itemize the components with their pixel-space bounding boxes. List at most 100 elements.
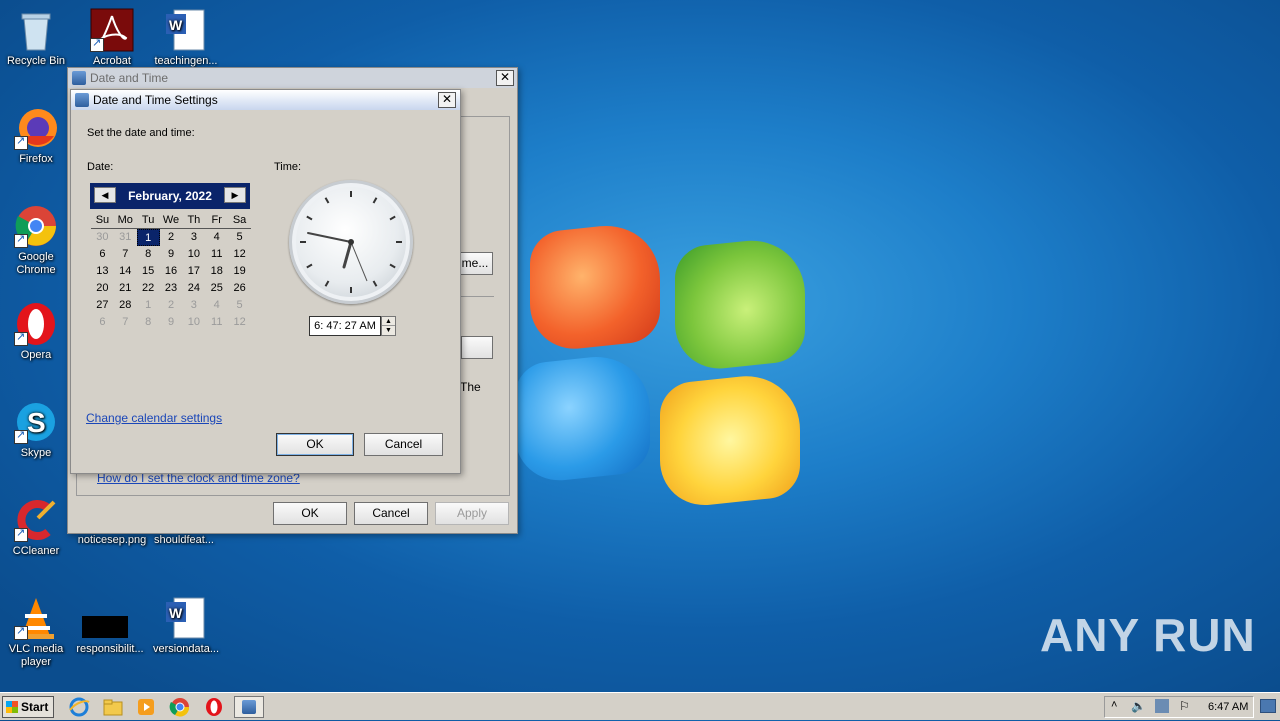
desktop-icon-responsibilit[interactable]: responsibilit...: [72, 596, 148, 656]
calendar-day[interactable]: 8: [137, 314, 160, 331]
ok-button[interactable]: OK: [273, 502, 347, 525]
action-center-flag-icon[interactable]: ⚐: [1179, 699, 1190, 713]
logo-pane-red: [530, 220, 660, 354]
close-icon[interactable]: ✕: [496, 70, 514, 86]
calendar-day[interactable]: 7: [114, 314, 137, 331]
calendar-day[interactable]: 22: [137, 280, 160, 297]
svg-text:W: W: [169, 17, 183, 33]
time-input[interactable]: 6: 47: 27 AM: [309, 316, 381, 336]
calendar-day[interactable]: 14: [114, 263, 137, 280]
calendar-day[interactable]: 18: [205, 263, 228, 280]
calendar-day[interactable]: 1: [137, 297, 160, 314]
calendar-day[interactable]: 11: [205, 246, 228, 263]
start-button[interactable]: Start: [2, 696, 54, 718]
desktop-icon-acrobat[interactable]: Acrobat: [74, 8, 150, 68]
desktop-icon-vlc[interactable]: VLC media player: [0, 596, 74, 669]
desktop-icon-teachingen[interactable]: W teachingen...: [148, 8, 224, 68]
internet-explorer-icon[interactable]: [68, 696, 92, 718]
opera-icon: [14, 302, 58, 346]
calendar-day[interactable]: 4: [205, 229, 228, 246]
calendar-day[interactable]: 19: [228, 263, 251, 280]
previous-month-button[interactable]: ◀: [94, 187, 116, 203]
apply-button[interactable]: Apply: [435, 502, 509, 525]
media-player-icon[interactable]: [135, 696, 159, 718]
calendar-day[interactable]: 12: [228, 246, 251, 263]
calendar-day[interactable]: 4: [205, 297, 228, 314]
calendar-day[interactable]: 23: [160, 280, 183, 297]
network-icon[interactable]: [1155, 699, 1169, 713]
calendar-day[interactable]: 17: [182, 263, 205, 280]
calendar-day[interactable]: 28: [114, 297, 137, 314]
shortcut-arrow-icon: [14, 330, 28, 346]
calendar-day[interactable]: 25: [205, 280, 228, 297]
calendar-day[interactable]: 27: [91, 297, 114, 314]
calendar-day[interactable]: 16: [160, 263, 183, 280]
desktop-icon-shouldfeat[interactable]: shouldfeat...: [146, 534, 222, 547]
calendar-day[interactable]: 11: [205, 314, 228, 331]
calendar-day[interactable]: 7: [114, 246, 137, 263]
desktop-icon-versiondata[interactable]: W versiondata...: [148, 596, 224, 656]
desktop-icon-firefox[interactable]: Firefox: [0, 106, 74, 166]
calendar-day[interactable]: 2: [160, 229, 183, 246]
show-desktop-button[interactable]: [1260, 699, 1276, 713]
calendar-day[interactable]: 8: [137, 246, 160, 263]
desktop-icon-skype[interactable]: S Skype: [0, 400, 74, 460]
calendar-day[interactable]: 6: [91, 246, 114, 263]
calendar-day[interactable]: 6: [91, 314, 114, 331]
explorer-folder-icon[interactable]: [102, 696, 126, 718]
taskbar-clock[interactable]: 6:47 AM: [1208, 701, 1248, 713]
calendar-week-row: 20 21 22 23 24 25 26: [91, 280, 251, 297]
settings-titlebar[interactable]: Date and Time Settings: [71, 90, 460, 110]
calendar-day[interactable]: 5: [228, 297, 251, 314]
calendar-day[interactable]: 20: [91, 280, 114, 297]
change-calendar-settings-link[interactable]: Change calendar settings: [86, 411, 222, 425]
calendar-day[interactable]: 12: [228, 314, 251, 331]
cancel-button[interactable]: Cancel: [354, 502, 428, 525]
calendar-day[interactable]: 9: [160, 246, 183, 263]
shortcut-arrow-icon: [14, 134, 28, 150]
calendar-day[interactable]: 10: [182, 246, 205, 263]
calendar-day[interactable]: 2: [160, 297, 183, 314]
calendar-day[interactable]: 31: [114, 229, 137, 246]
chrome-taskbar-icon[interactable]: [169, 696, 193, 718]
desktop-icon-recycle-bin[interactable]: Recycle Bin: [0, 8, 74, 68]
spin-down-icon[interactable]: ▼: [382, 326, 395, 335]
date-time-taskbar-button[interactable]: [234, 696, 264, 718]
change-date-time-button-partial[interactable]: me...: [457, 252, 493, 275]
calendar-day[interactable]: 30: [91, 229, 114, 246]
desktop-icon-noticesep[interactable]: noticesep.png: [74, 534, 150, 547]
change-time-zone-button-partial[interactable]: [461, 336, 493, 359]
calendar-day[interactable]: 3: [182, 297, 205, 314]
calendar-grid[interactable]: Su Mo Tu We Th Fr Sa 30 31 1 2 3 4 5 6 7…: [91, 212, 252, 331]
settings-ok-button[interactable]: OK: [276, 433, 354, 456]
close-icon[interactable]: ✕: [438, 92, 456, 108]
show-hidden-icons-icon[interactable]: ˄: [1111, 699, 1117, 711]
clock-second-hand: [350, 241, 368, 282]
calendar-day[interactable]: 26: [228, 280, 251, 297]
instruction-label: Set the date and time:: [87, 127, 195, 139]
date-time-titlebar[interactable]: Date and Time: [68, 68, 517, 88]
calendar-day[interactable]: 15: [137, 263, 160, 280]
calendar-day[interactable]: 13: [91, 263, 114, 280]
shortcut-arrow-icon: [14, 428, 28, 444]
spin-up-icon[interactable]: ▲: [382, 317, 395, 326]
calendar-week-row: 13 14 15 16 17 18 19: [91, 263, 251, 280]
volume-icon[interactable]: 🔈: [1131, 699, 1146, 713]
desktop-icon-opera[interactable]: Opera: [0, 302, 74, 362]
time-spinner[interactable]: ▲ ▼: [381, 316, 396, 336]
calendar-day[interactable]: 24: [182, 280, 205, 297]
calendar-day[interactable]: 21: [114, 280, 137, 297]
opera-taskbar-icon[interactable]: [203, 696, 227, 718]
calendar-clock-icon: [72, 71, 86, 85]
desktop-icon-chrome[interactable]: Google Chrome: [0, 204, 74, 277]
analog-clock: [289, 180, 413, 304]
calendar-day-selected[interactable]: 1: [136, 229, 160, 246]
calendar-day[interactable]: 10: [182, 314, 205, 331]
calendar-day[interactable]: 9: [160, 314, 183, 331]
next-month-button[interactable]: ▶: [224, 187, 246, 203]
svg-text:S: S: [27, 407, 46, 438]
settings-cancel-button[interactable]: Cancel: [364, 433, 443, 456]
calendar-day[interactable]: 5: [228, 229, 251, 246]
desktop-icon-ccleaner[interactable]: CCleaner: [0, 498, 74, 558]
calendar-day[interactable]: 3: [182, 229, 205, 246]
